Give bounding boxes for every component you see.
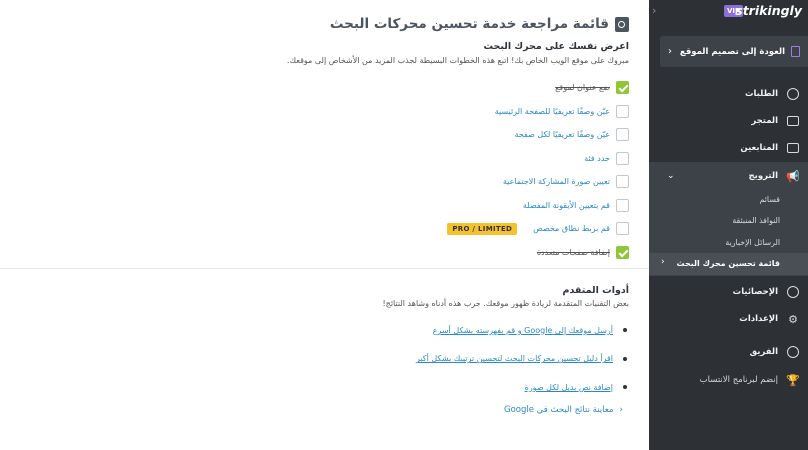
back-to-design-button[interactable]: العودة إلى تصميم الموقع ‹: [660, 36, 808, 67]
google-preview-label[interactable]: معاينة نتائج البحث في Google: [504, 405, 613, 415]
sidebar-item-label: الطلبات: [744, 89, 778, 99]
sidebar-item-orders[interactable]: الطلبات: [649, 81, 808, 107]
sidebar: ‹ VIP strikingly العودة إلى تصميم الموقع…: [649, 0, 808, 450]
sidebar-item-label: إنضم لبرنامج الانتساب: [699, 375, 778, 385]
seo-checklist-panel: قائمة مراجعة خدمة تحسين محركات البحث اعر…: [0, 0, 649, 450]
bullet-icon: [623, 385, 627, 390]
google-preview-toggle[interactable]: ‹ معاينة نتائج البحث في Google: [504, 405, 623, 415]
sidebar-item-label: الفريق: [749, 347, 778, 357]
checkbox-checked[interactable]: [616, 81, 629, 95]
advanced-tool-link[interactable]: أرسل موقعك إلى Google و قم بفهرسته بشكل …: [433, 326, 613, 335]
bullet-icon: [623, 356, 627, 361]
list-item: إضافة نص بديل لكل صورة: [209, 373, 629, 402]
checklist-item-label[interactable]: عيّن وصفًا تعريفيًا للصفحة الرئيسية: [495, 107, 610, 116]
sidebar-item-label: المتابعين: [740, 143, 778, 153]
checklist-item[interactable]: حدد فئة: [269, 147, 629, 171]
trophy-icon: 🏆: [786, 373, 800, 387]
checklist-item-label[interactable]: عيّن وصفًا تعريفيًا لكل صفحة: [515, 130, 610, 139]
list-item: اقرأ دليل تحسين محركات البحث لتحسين ترتي…: [209, 345, 629, 374]
chevron-left-icon: ‹: [661, 257, 665, 267]
advanced-tools-list: أرسل موقعك إلى Google و قم بفهرسته بشكل …: [209, 316, 629, 402]
section-description: بعض التقنيات المتقدمة لزيادة ظهور موقعك.…: [382, 299, 629, 308]
page-title: قائمة مراجعة خدمة تحسين محركات البحث: [329, 16, 609, 32]
checklist-item[interactable]: عيّن وصفًا تعريفيًا لكل صفحة: [269, 123, 629, 147]
brand-logo: strikingly: [735, 3, 802, 18]
section-title-advanced-tools: أدوات المتقدم: [562, 285, 629, 296]
checkbox[interactable]: [616, 128, 629, 142]
users-icon: [786, 141, 800, 155]
team-icon: [786, 345, 800, 359]
checklist-item-label[interactable]: إضافة صفحات متعددة: [537, 248, 610, 257]
checklist-item[interactable]: ضع عنوان لموقع: [269, 76, 629, 100]
store-icon: [786, 114, 800, 128]
checklist-item[interactable]: عيّن وصفًا تعريفيًا للصفحة الرئيسية: [269, 100, 629, 124]
search-page-icon: [615, 16, 629, 32]
checkbox[interactable]: [616, 198, 629, 212]
checkbox[interactable]: [616, 151, 629, 165]
sidebar-item-settings[interactable]: ⚙ الإعدادات: [649, 306, 808, 332]
sidebar-item-promotion[interactable]: 📢 الترويج ⌄: [649, 163, 808, 189]
sidebar-item-followers[interactable]: المتابعين: [649, 135, 808, 161]
dollar-icon: [786, 87, 800, 101]
chevron-left-icon: ‹: [619, 405, 623, 415]
checklist-item-label[interactable]: تعيين صورة المشاركة الاجتماعية: [503, 177, 610, 186]
checklist-item[interactable]: إضافة صفحات متعددة: [269, 241, 629, 265]
checkbox-checked[interactable]: [616, 245, 629, 259]
gear-icon: ⚙: [788, 312, 798, 326]
sidebar-item-analytics[interactable]: الإحصائيات: [649, 279, 808, 305]
sidebar-subitem-newsletters[interactable]: الرسائل الإخبارية: [725, 238, 780, 247]
checklist-item-label[interactable]: ضع عنوان لموقع: [555, 83, 610, 92]
sidebar-subitem-seo-checklist[interactable]: قائمة تحسين محرك البحث ‹: [649, 253, 808, 275]
checkbox[interactable]: [616, 175, 629, 189]
sidebar-item-label: المتجر: [751, 116, 778, 126]
checklist-item-label[interactable]: قم بربط نطاق مخصص: [533, 224, 610, 233]
megaphone-icon: 📢: [786, 169, 800, 183]
chevron-down-icon: ⌄: [667, 171, 675, 181]
checklist-item-label[interactable]: حدد فئة: [584, 154, 610, 163]
sidebar-subitem-label: قائمة تحسين محرك البحث: [676, 259, 780, 268]
checklist-item[interactable]: قم بربط نطاق مخصص PRO / LIMITED: [269, 217, 629, 241]
checkbox[interactable]: [616, 104, 629, 118]
sidebar-item-label: الإحصائيات: [732, 287, 778, 297]
page-header: قائمة مراجعة خدمة تحسين محركات البحث: [330, 16, 629, 32]
pie-chart-icon: [786, 285, 800, 299]
page-icon: [791, 46, 800, 57]
sidebar-item-store[interactable]: المتجر: [649, 108, 808, 134]
back-to-design-label: العودة إلى تصميم الموقع: [679, 46, 785, 57]
advanced-tool-link[interactable]: اقرأ دليل تحسين محركات البحث لتحسين ترتي…: [416, 354, 613, 363]
section-description: مبروك على موقع الويب الخاص بك! اتبع هذه …: [286, 56, 629, 65]
bullet-icon: [623, 328, 627, 333]
section-divider: [0, 268, 649, 269]
checkbox[interactable]: [616, 222, 629, 236]
checklist-item-label[interactable]: قم بتعيين الأيقونة المفضلة: [523, 201, 610, 210]
checklist-item[interactable]: تعيين صورة المشاركة الاجتماعية: [269, 170, 629, 194]
sidebar-item-affiliate[interactable]: 🏆 إنضم لبرنامج الانتساب: [649, 367, 808, 393]
sidebar-item-label: الإعدادات: [739, 314, 778, 324]
checklist-item[interactable]: قم بتعيين الأيقونة المفضلة: [269, 194, 629, 218]
section-title-search-visibility: اعرض نفسك على محرك البحث: [483, 41, 629, 52]
sidebar-subitem-popups[interactable]: النوافذ المنبثقة: [732, 216, 780, 225]
sidebar-item-label: الترويج: [748, 171, 778, 181]
seo-checklist: ضع عنوان لموقع عيّن وصفًا تعريفيًا للصفح…: [269, 76, 629, 264]
sidebar-subitem-coupons[interactable]: قسائم: [760, 195, 780, 204]
advanced-tool-link[interactable]: إضافة نص بديل لكل صورة: [525, 383, 613, 392]
sidebar-header: ‹ VIP strikingly: [649, 0, 808, 24]
list-item: أرسل موقعك إلى Google و قم بفهرسته بشكل …: [209, 316, 629, 345]
collapse-sidebar-icon[interactable]: ‹: [652, 4, 656, 17]
sidebar-item-team[interactable]: الفريق: [649, 339, 808, 365]
chevron-left-icon: ‹: [668, 46, 672, 57]
pro-limited-badge: PRO / LIMITED: [447, 222, 518, 235]
